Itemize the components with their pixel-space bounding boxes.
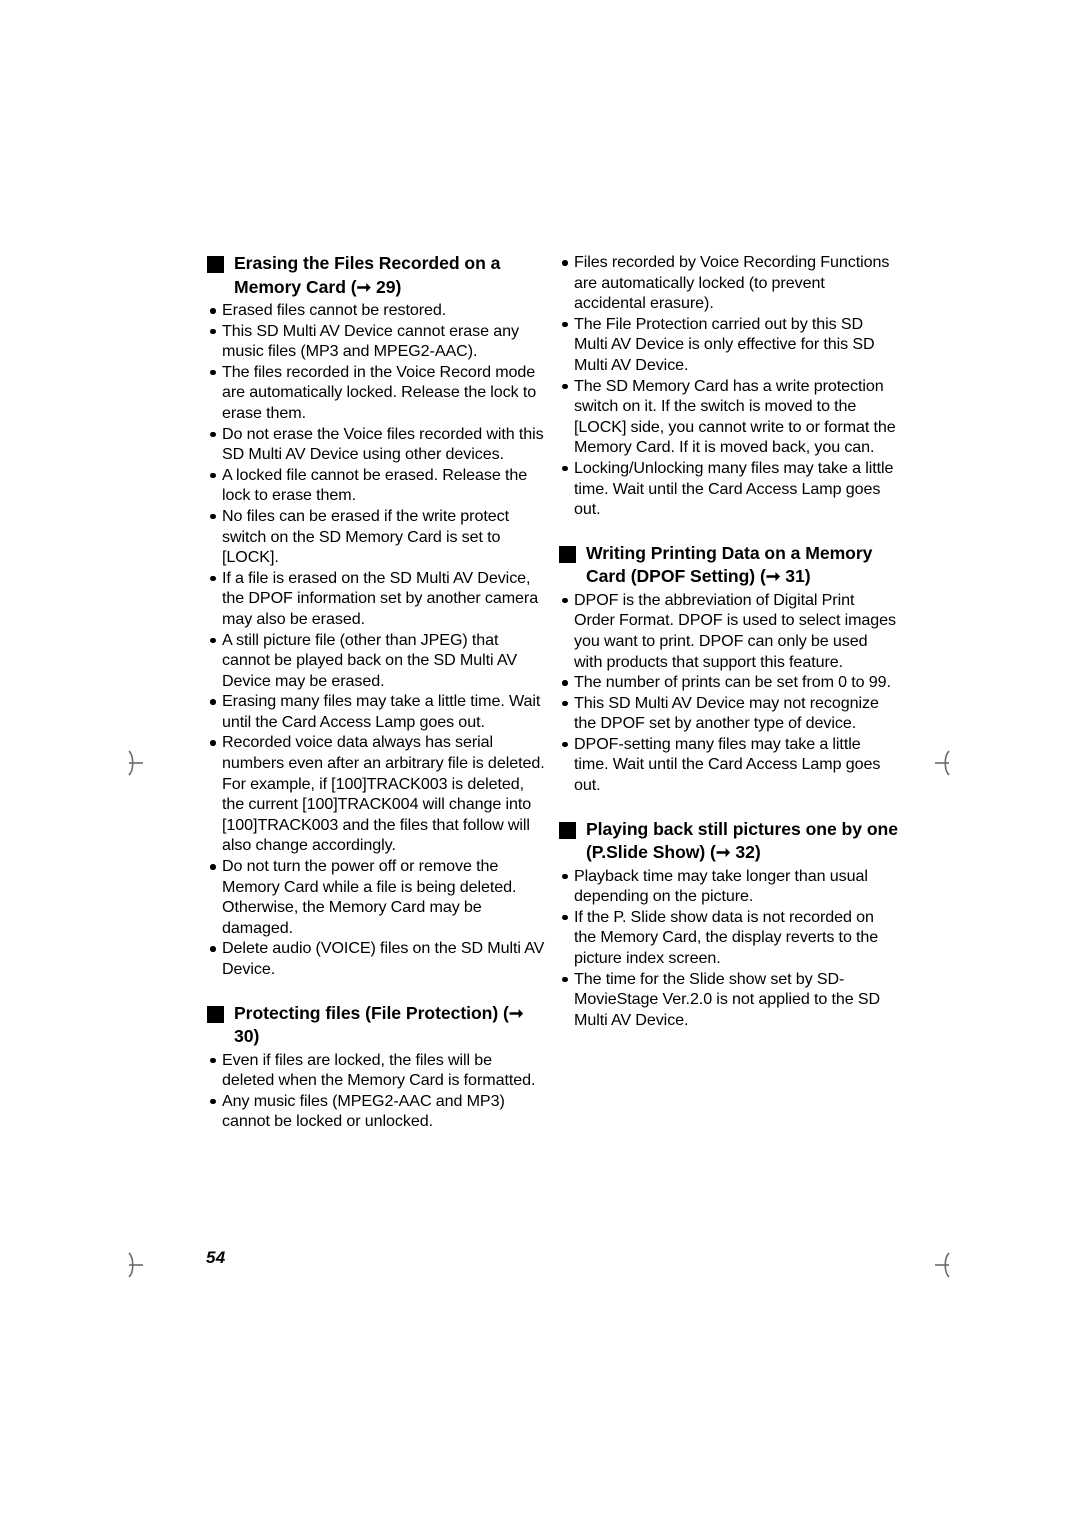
registration-mark-bottom-left bbox=[116, 1248, 150, 1282]
list-playing-back-still-pictures: Playback time may take longer than usual… bbox=[558, 866, 898, 1031]
registration-mark-bottom-right bbox=[928, 1248, 962, 1282]
heading-protecting-files: Protecting files (File Protection) (➞ 30… bbox=[206, 1002, 546, 1049]
list-item: Erasing many files may take a little tim… bbox=[206, 691, 546, 732]
manual-page: Erasing the Files Recorded on a Memory C… bbox=[0, 0, 1080, 1526]
heading-text: Protecting files (File Protection) (➞ 30… bbox=[234, 1002, 524, 1047]
list-item: DPOF is the abbreviation of Digital Prin… bbox=[558, 590, 898, 672]
list-item: Recorded voice data always has serial nu… bbox=[206, 732, 546, 856]
list-item: Locking/Unlocking many files may take a … bbox=[558, 458, 898, 520]
list-item: Files recorded by Voice Recording Functi… bbox=[558, 252, 898, 314]
heading-text: Writing Printing Data on a Memory Card (… bbox=[586, 542, 873, 587]
section-square-icon bbox=[559, 545, 576, 563]
list-item: Even if files are locked, the files will… bbox=[206, 1050, 546, 1091]
list-item: This SD Multi AV Device may not recogniz… bbox=[558, 693, 898, 734]
heading-playing-back-still-pictures: Playing back still pictures one by one (… bbox=[558, 818, 898, 865]
registration-mark-top-left bbox=[116, 746, 150, 780]
registration-mark-top-right bbox=[928, 746, 962, 780]
list-item: Do not turn the power off or remove the … bbox=[206, 856, 546, 938]
section-square-icon bbox=[207, 1005, 224, 1023]
list-item: Delete audio (VOICE) files on the SD Mul… bbox=[206, 938, 546, 979]
list-erasing-files: Erased files cannot be restored. This SD … bbox=[206, 300, 546, 980]
page-number: 54 bbox=[206, 1248, 226, 1267]
list-protecting-files: Even if files are locked, the files will… bbox=[206, 1050, 546, 1132]
column-right: Files recorded by Voice Recording Functi… bbox=[558, 252, 898, 1030]
list-item: The SD Memory Card has a write protectio… bbox=[558, 376, 898, 458]
heading-writing-printing-data: Writing Printing Data on a Memory Card (… bbox=[558, 542, 898, 589]
list-writing-printing-data: DPOF is the abbreviation of Digital Prin… bbox=[558, 590, 898, 796]
list-item: Any music files (MPEG2-AAC and MP3) cann… bbox=[206, 1091, 546, 1132]
list-item: If the P. Slide show data is not recorde… bbox=[558, 907, 898, 969]
list-item: If a file is erased on the SD Multi AV D… bbox=[206, 568, 546, 630]
list-protecting-files-continued: Files recorded by Voice Recording Functi… bbox=[558, 252, 898, 520]
list-item: DPOF-setting many files may take a littl… bbox=[558, 734, 898, 796]
section-square-icon bbox=[559, 821, 576, 839]
list-item: Do not erase the Voice files recorded wi… bbox=[206, 424, 546, 465]
list-item: The files recorded in the Voice Record m… bbox=[206, 362, 546, 424]
list-item: A still picture file (other than JPEG) t… bbox=[206, 630, 546, 692]
list-item: Erased files cannot be restored. bbox=[206, 300, 546, 321]
heading-erasing-files: Erasing the Files Recorded on a Memory C… bbox=[206, 252, 546, 299]
list-item: The number of prints can be set from 0 t… bbox=[558, 672, 898, 693]
list-item: No files can be erased if the write prot… bbox=[206, 506, 546, 568]
section-square-icon bbox=[207, 256, 224, 273]
list-item: A locked file cannot be erased. Release … bbox=[206, 465, 546, 506]
heading-text: Erasing the Files Recorded on a Memory C… bbox=[234, 253, 501, 297]
list-item: The time for the Slide show set by SD-Mo… bbox=[558, 969, 898, 1031]
list-item: This SD Multi AV Device cannot erase any… bbox=[206, 321, 546, 362]
column-left: Erasing the Files Recorded on a Memory C… bbox=[206, 252, 546, 1132]
heading-text: Playing back still pictures one by one (… bbox=[586, 818, 898, 863]
list-item: The File Protection carried out by this … bbox=[558, 314, 898, 376]
list-item: Playback time may take longer than usual… bbox=[558, 866, 898, 907]
